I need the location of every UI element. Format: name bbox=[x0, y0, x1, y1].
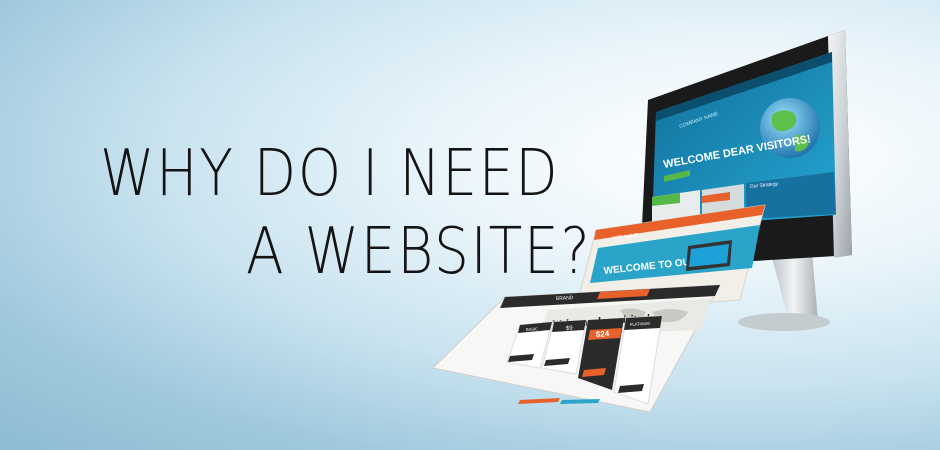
plan-label-1: BASIC bbox=[526, 326, 538, 332]
webpage-mockup-front: BRAND Welcome dear visitor! BASIC $9 bbox=[431, 284, 721, 413]
plan-label-3: $24 bbox=[596, 329, 610, 339]
front-page-brand: BRAND bbox=[556, 295, 574, 302]
website-illustration: WELCOME DEAR VISITORS! COMPANY NAME Our … bbox=[431, 30, 852, 413]
plan-label-2: $9 bbox=[566, 325, 574, 331]
